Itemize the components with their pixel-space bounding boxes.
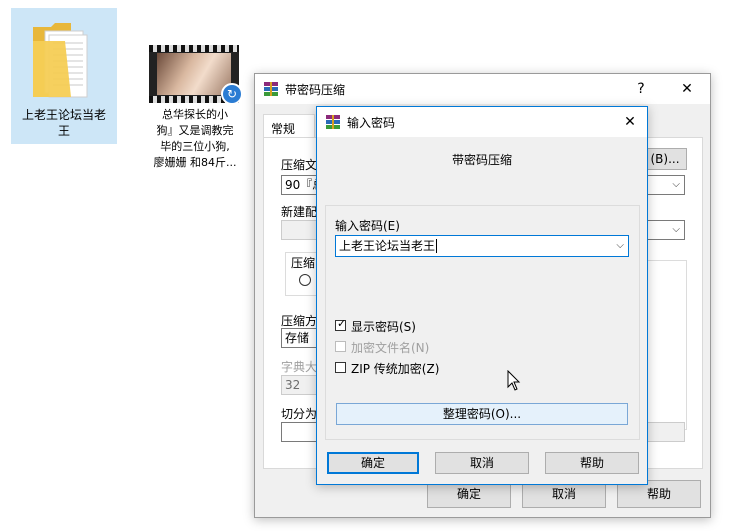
method-field[interactable]: 存储	[281, 328, 321, 348]
split-field[interactable]	[281, 422, 321, 442]
encrypt-filenames-label: 加密文件名(N)	[351, 341, 430, 355]
encrypt-filenames-checkbox[interactable]	[335, 341, 346, 352]
password-label: 输入密码(E)	[335, 219, 400, 233]
sync-icon: ↻	[221, 83, 243, 105]
dictionary-value: 32	[285, 378, 301, 392]
zip-legacy-checkbox[interactable]	[335, 362, 346, 373]
method-value: 存储	[285, 331, 310, 345]
desktop-folder[interactable]: 上老王论坛当老 王	[11, 8, 117, 144]
password-value: 上老王论坛当老王	[339, 239, 436, 253]
dictionary-field[interactable]: 32	[281, 375, 321, 395]
show-password-checkbox[interactable]: ✓	[335, 317, 347, 331]
organize-passwords-label: 整理密码(O)...	[442, 407, 522, 421]
cancel-button-label: 取消	[551, 487, 576, 501]
tab-general[interactable]: 常规	[263, 114, 315, 139]
archive-name-label: 压缩文	[281, 158, 318, 172]
mouse-cursor-icon	[507, 370, 521, 391]
titlebar: 带密码压缩 ? ✕	[255, 74, 710, 104]
password-input[interactable]: 上老王论坛当老王 ⌵	[335, 235, 629, 257]
folder-icon	[33, 23, 88, 98]
options-box	[647, 260, 687, 430]
archive-name-dropdown[interactable]: ⌵	[643, 175, 685, 195]
profile-field[interactable]	[281, 220, 321, 240]
ok-button-label: 确定	[456, 487, 481, 501]
dialog-ok-label: 确定	[360, 456, 385, 470]
method-label: 压缩方	[281, 314, 318, 328]
folder-label: 上老王论坛当老 王	[21, 108, 106, 138]
dialog-title: 输入密码	[347, 116, 396, 130]
help-button-label: 帮助	[646, 487, 671, 501]
split-label: 切分为	[281, 407, 318, 421]
chevron-down-icon: ⌵	[672, 224, 680, 235]
dialog-cancel-button[interactable]: 取消	[435, 452, 529, 474]
browse-button-label: (B)...	[650, 152, 680, 166]
split-right-field[interactable]	[647, 422, 685, 442]
winrar-icon	[326, 115, 340, 129]
dialog-cancel-label: 取消	[469, 456, 494, 470]
browse-button[interactable]: (B)...	[643, 148, 687, 170]
format-label: 压缩	[291, 254, 316, 271]
checkmark-icon: ✓	[337, 317, 347, 330]
archive-name-field[interactable]: 90『总	[281, 175, 321, 195]
profile-label: 新建配	[281, 205, 318, 219]
dialog-help-label: 帮助	[579, 456, 604, 470]
dialog-ok-button[interactable]: 确定	[327, 452, 419, 474]
dialog-titlebar: 输入密码 ✕	[317, 107, 647, 137]
video-label: 总华探长的小 狗』又是调教完 毕的三位小狗, 廖姗姗 和84斤...	[153, 108, 237, 169]
organize-passwords-button[interactable]: 整理密码(O)...	[336, 403, 628, 425]
profile-dropdown[interactable]: ⌵	[643, 220, 685, 240]
dialog-heading: 带密码压缩	[451, 153, 512, 167]
help-icon[interactable]: ?	[621, 74, 661, 104]
winrar-icon	[264, 82, 278, 96]
close-icon[interactable]: ✕	[667, 74, 707, 104]
dictionary-label: 字典大	[281, 360, 318, 374]
chevron-down-icon: ⌵	[672, 179, 680, 190]
password-dialog: 输入密码 ✕ 带密码压缩 输入密码(E) 上老王论坛当老王 ⌵ ✓ 显示密码(S…	[316, 106, 648, 485]
show-password-label: 显示密码(S)	[351, 320, 416, 334]
tab-general-label: 常规	[271, 122, 296, 136]
zip-legacy-label: ZIP 传统加密(Z)	[351, 362, 440, 376]
format-radio[interactable]	[299, 274, 311, 286]
window-title: 带密码压缩	[285, 83, 346, 97]
dialog-help-button[interactable]: 帮助	[545, 452, 639, 474]
chevron-down-icon: ⌵	[616, 240, 624, 251]
close-icon[interactable]: ✕	[613, 107, 647, 137]
